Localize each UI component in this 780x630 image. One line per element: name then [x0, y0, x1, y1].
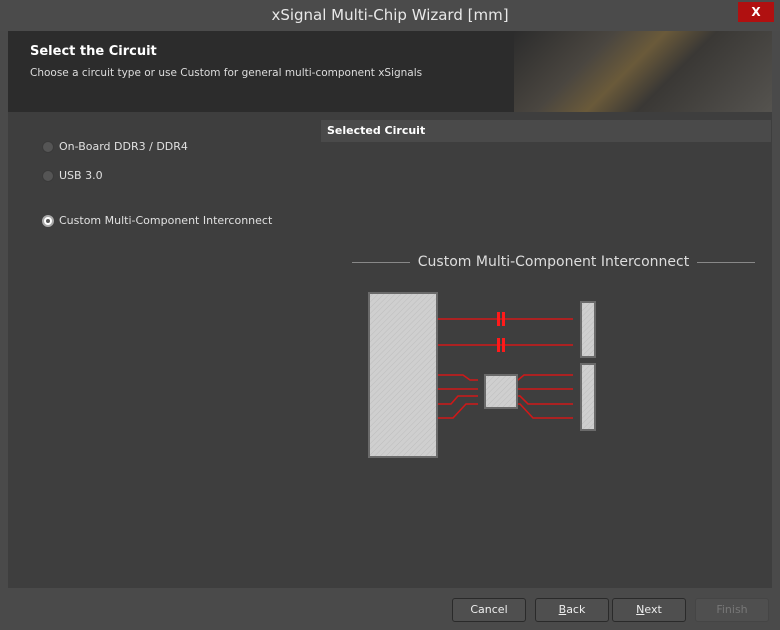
capacitor-icons — [497, 312, 505, 352]
window-title: xSignal Multi-Chip Wizard [mm] — [271, 6, 509, 24]
next-button[interactable]: Next — [612, 598, 686, 622]
radio-label: On-Board DDR3 / DDR4 — [59, 140, 188, 153]
page-subtitle: Choose a circuit type or use Custom for … — [30, 67, 423, 79]
selected-circuit-heading: Selected Circuit — [321, 120, 771, 142]
diagram-title: Custom Multi-Component Interconnect — [352, 254, 756, 270]
radio-selected-icon[interactable] — [42, 214, 54, 227]
radio-custom[interactable]: Custom Multi-Component Interconnect — [42, 214, 272, 227]
connector-bottom — [580, 363, 596, 431]
connector-top — [580, 301, 596, 358]
middle-chip — [484, 374, 518, 409]
title-bar: xSignal Multi-Chip Wizard [mm] X — [0, 0, 780, 31]
radio-usb[interactable]: USB 3.0 — [42, 169, 103, 182]
page-title: Select the Circuit — [30, 44, 157, 59]
main-chip — [368, 292, 438, 458]
cancel-button[interactable]: Cancel — [452, 598, 526, 622]
finish-button[interactable]: Finish — [695, 598, 769, 622]
back-button[interactable]: Back — [535, 598, 609, 622]
radio-label: USB 3.0 — [59, 169, 103, 182]
circuit-diagram — [368, 292, 596, 458]
radio-icon[interactable] — [42, 169, 54, 182]
radio-icon[interactable] — [42, 140, 54, 153]
wizard-header: Select the Circuit Choose a circuit type… — [8, 31, 772, 112]
header-banner-image — [514, 31, 772, 112]
radio-ddr[interactable]: On-Board DDR3 / DDR4 — [42, 140, 188, 153]
close-button[interactable]: X — [738, 2, 774, 22]
radio-label: Custom Multi-Component Interconnect — [59, 214, 273, 227]
content-panel: On-Board DDR3 / DDR4 USB 3.0 Custom Mult… — [8, 112, 772, 588]
